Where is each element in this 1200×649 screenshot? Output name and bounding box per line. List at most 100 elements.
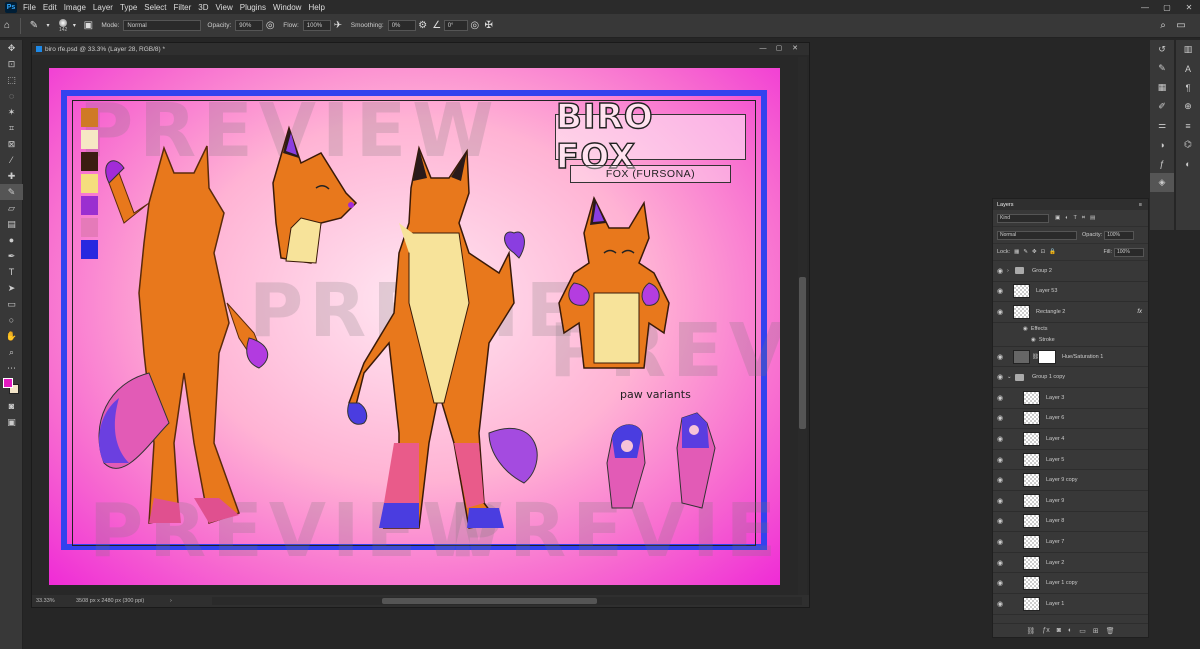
delete-layer-icon[interactable]: 🗑 xyxy=(1106,627,1115,635)
visibility-eye-icon[interactable]: ◉ xyxy=(993,517,1007,525)
menu-filter[interactable]: Filter xyxy=(174,3,192,12)
menu-layer[interactable]: Layer xyxy=(93,3,113,12)
layer-row-group-2[interactable]: ◉ › Group 2 xyxy=(993,261,1148,282)
effects-row[interactable]: ◉ Effects xyxy=(993,323,1148,335)
menu-view[interactable]: View xyxy=(216,3,233,12)
stroke-eye-icon[interactable]: ◉ xyxy=(1031,337,1036,343)
visibility-eye-icon[interactable]: ◉ xyxy=(993,497,1007,505)
visibility-eye-icon[interactable]: ◉ xyxy=(993,600,1007,608)
pressure-size-icon[interactable]: ◎ xyxy=(468,19,482,33)
healing-brush-tool-icon[interactable]: ✚ xyxy=(0,168,23,184)
color-icon[interactable]: ◑ xyxy=(1150,135,1174,154)
paths-icon[interactable]: ⌬ xyxy=(1176,135,1200,154)
vertical-scrollbar[interactable] xyxy=(798,57,807,595)
chevron-down-icon[interactable]: ⌄ xyxy=(1007,374,1015,380)
layer-row-layer-3[interactable]: ◉ Layer 3 xyxy=(993,388,1148,409)
new-layer-icon[interactable]: ⊞ xyxy=(1093,627,1099,635)
layer-row-layer-1[interactable]: ◉ Layer 1 xyxy=(993,594,1148,615)
rectangle-tool-icon[interactable]: ▭ xyxy=(0,296,23,312)
doc-restore-button[interactable]: ▢ xyxy=(771,43,787,55)
pressure-opacity-icon[interactable]: ◎ xyxy=(263,19,277,33)
document-tab[interactable]: biro rfe.psd @ 33.3% (Layer 28, RGB/8) * xyxy=(32,43,809,55)
menu-plugins[interactable]: Plugins xyxy=(240,3,266,12)
menu-help[interactable]: Help xyxy=(308,3,324,12)
effects-eye-icon[interactable]: ◉ xyxy=(1023,326,1028,332)
layer-row-layer-5[interactable]: ◉ Layer 5 xyxy=(993,450,1148,471)
zoom-tool-icon[interactable]: ⌕ xyxy=(0,344,23,360)
pen-tool-icon[interactable]: ✒ xyxy=(0,248,23,264)
layer-row-hue-saturation-1[interactable]: ◉ ⛓ Hue/Saturation 1 xyxy=(993,347,1148,368)
marquee-tool-icon[interactable]: ⬚ xyxy=(0,72,23,88)
layer-row-layer-1-copy[interactable]: ◉ Layer 1 copy xyxy=(993,573,1148,594)
layer-effects-icon[interactable]: fx xyxy=(1137,309,1142,315)
path-selection-tool-icon[interactable]: ➤ xyxy=(0,280,23,296)
lasso-tool-icon[interactable]: ◌ xyxy=(0,88,23,104)
menu-3d[interactable]: 3D xyxy=(198,3,208,12)
visibility-eye-icon[interactable]: ◉ xyxy=(993,538,1007,546)
screen-mode-icon[interactable]: ▣ xyxy=(0,414,23,430)
canvas[interactable]: PREVIEW PREVIEW PREVIEW PREVIEW PREVIEW xyxy=(49,68,780,585)
layer-fill-field[interactable]: 100% xyxy=(1114,247,1144,257)
layer-row-layer-4[interactable]: ◉ Layer 4 xyxy=(993,429,1148,450)
foreground-color-swatch[interactable] xyxy=(3,378,13,388)
navigator-icon[interactable]: ≡ xyxy=(1176,116,1200,135)
add-mask-icon[interactable]: ◙ xyxy=(1057,627,1061,634)
menu-type[interactable]: Type xyxy=(120,3,137,12)
magic-wand-tool-icon[interactable]: ✶ xyxy=(0,104,23,120)
chevron-down-icon[interactable]: ▾ xyxy=(67,19,81,33)
add-layer-style-icon[interactable]: ƒx xyxy=(1042,627,1049,634)
styles-icon[interactable]: ƒ xyxy=(1150,154,1174,173)
status-chevron-icon[interactable]: › xyxy=(170,598,172,604)
chevron-right-icon[interactable]: › xyxy=(1007,268,1015,274)
vertical-scroll-thumb[interactable] xyxy=(799,277,806,429)
layer-opacity-field[interactable]: 100% xyxy=(1104,230,1135,240)
layer-row-layer-9-copy[interactable]: ◉ Layer 9 copy xyxy=(993,470,1148,491)
layer-row-layer-9[interactable]: ◉ Layer 9 xyxy=(993,491,1148,512)
adjust-icon[interactable]: ⚌ xyxy=(1150,116,1174,135)
link-layers-icon[interactable]: ⛓ xyxy=(1026,627,1035,635)
type-tool-icon[interactable]: T xyxy=(0,264,23,280)
visibility-eye-icon[interactable]: ◉ xyxy=(993,308,1007,316)
brush-settings-icon[interactable]: ✎ xyxy=(1150,59,1174,78)
maximize-button[interactable]: ▢ xyxy=(1156,0,1178,14)
chevron-down-icon[interactable]: ▾ xyxy=(41,19,55,33)
new-adjustment-layer-icon[interactable]: ◐ xyxy=(1068,627,1072,634)
menu-image[interactable]: Image xyxy=(64,3,86,12)
menu-file[interactable]: File xyxy=(23,3,36,12)
visibility-eye-icon[interactable]: ◉ xyxy=(993,435,1007,443)
channels-icon[interactable]: ◐ xyxy=(1176,154,1200,173)
visibility-eye-icon[interactable]: ◉ xyxy=(993,394,1007,402)
lock-icons[interactable]: ▦✎✥⊡🔒 xyxy=(1014,249,1060,255)
layers-tab[interactable]: Layers ≡ xyxy=(993,199,1148,210)
zoom-level[interactable]: 33.33% xyxy=(36,598,72,604)
frame-tool-icon[interactable]: ⊠ xyxy=(0,136,23,152)
layer-row-layer-2[interactable]: ◉ Layer 2 xyxy=(993,553,1148,574)
layer-filter-icons[interactable]: ▣◐T⌗▤ xyxy=(1055,215,1100,222)
visibility-eye-icon[interactable]: ◉ xyxy=(993,476,1007,484)
doc-close-button[interactable]: ✕ xyxy=(787,43,803,55)
visibility-eye-icon[interactable]: ◉ xyxy=(993,456,1007,464)
layer-row-layer-7[interactable]: ◉ Layer 7 xyxy=(993,532,1148,553)
airbrush-icon[interactable]: ✈ xyxy=(331,19,345,33)
history-icon[interactable]: ↺ xyxy=(1150,40,1174,59)
more-tools-icon[interactable]: ⋯ xyxy=(0,360,23,376)
search-icon[interactable]: ⌕ xyxy=(1156,19,1170,33)
close-button[interactable]: ✕ xyxy=(1178,0,1200,14)
visibility-eye-icon[interactable]: ◉ xyxy=(993,373,1007,381)
workspace-icon[interactable]: ▭ xyxy=(1174,19,1188,33)
eraser-tool-icon[interactable]: ▱ xyxy=(0,200,23,216)
doc-minimize-button[interactable]: — xyxy=(755,43,771,55)
minimize-button[interactable]: — xyxy=(1134,0,1156,14)
layer-row-layer-6[interactable]: ◉ Layer 6 xyxy=(993,409,1148,430)
dodge-tool-icon[interactable]: ● xyxy=(0,232,23,248)
angle-field[interactable]: 0° xyxy=(443,20,468,31)
artboard-tool-icon[interactable]: ⊡ xyxy=(0,56,23,72)
layer-filter-kind[interactable]: Kind xyxy=(997,213,1049,223)
brush-settings-icon[interactable]: ▣ xyxy=(81,19,95,33)
eyedropper-tool-icon[interactable]: ⁄ xyxy=(0,152,23,168)
layer-row-rectangle-2[interactable]: ◉ Rectangle 2 fx xyxy=(993,302,1148,323)
crop-tool-icon[interactable]: ⌗ xyxy=(0,120,23,136)
smoothing-field[interactable]: 0% xyxy=(387,20,416,31)
brush-tool-icon[interactable]: ✎ xyxy=(0,184,23,200)
horizontal-scroll-thumb[interactable] xyxy=(382,598,597,604)
